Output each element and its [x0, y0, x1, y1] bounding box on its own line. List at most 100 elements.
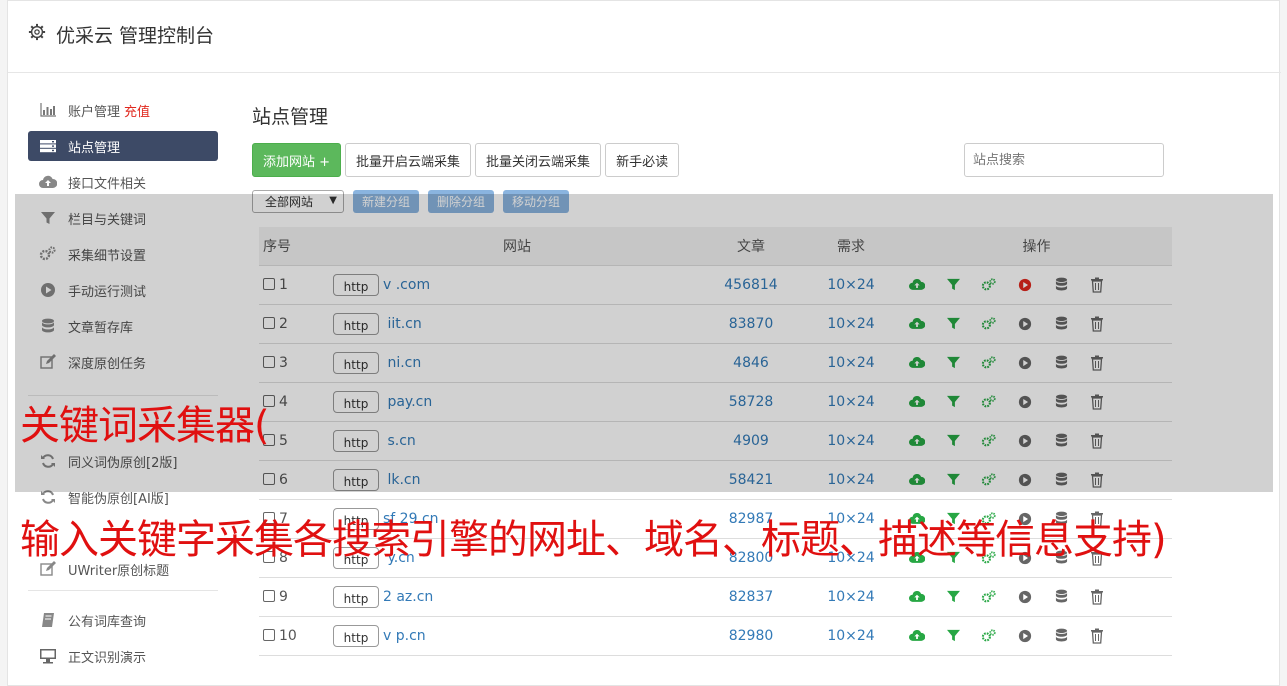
group-select[interactable]: 全部网站 ▼ — [252, 189, 344, 213]
new-group-button[interactable]: 新建分组 — [353, 189, 420, 213]
row-checkbox[interactable] — [263, 277, 275, 290]
row-checkbox[interactable] — [263, 472, 275, 485]
sidebar-item-text-recognition[interactable]: 正文识别演示 — [28, 641, 218, 671]
article-count-link[interactable]: 4909 — [701, 421, 801, 461]
play-icon[interactable] — [1017, 394, 1033, 410]
trash-icon[interactable] — [1089, 316, 1105, 332]
database-icon[interactable] — [1053, 355, 1069, 371]
article-count-link[interactable]: 58728 — [701, 382, 801, 422]
article-count-link[interactable]: 82837 — [701, 577, 801, 617]
cloud-upload-icon[interactable] — [909, 628, 925, 644]
article-count-link[interactable]: 83870 — [701, 304, 801, 344]
sidebar-item-account[interactable]: 账户管理 充值 — [28, 95, 218, 125]
sidebar-item-columns-keywords[interactable]: 栏目与关键词 — [28, 203, 218, 233]
move-group-button[interactable]: 移动分组 — [503, 189, 570, 213]
filter-icon[interactable] — [945, 433, 961, 449]
article-count-link[interactable]: 4846 — [701, 343, 801, 383]
database-icon[interactable] — [1053, 589, 1069, 605]
need-value-link[interactable]: 10×24 — [801, 421, 901, 461]
trash-icon[interactable] — [1089, 277, 1105, 293]
site-domain-link[interactable]: lk.cn — [383, 472, 420, 488]
play-icon[interactable] — [1017, 355, 1033, 371]
database-icon[interactable] — [1053, 472, 1069, 488]
cloud-upload-icon[interactable] — [909, 433, 925, 449]
protocol-badge[interactable]: http — [333, 273, 379, 296]
cloud-upload-icon[interactable] — [909, 355, 925, 371]
protocol-badge[interactable]: http — [333, 624, 379, 647]
article-count-link[interactable]: 82980 — [701, 616, 801, 656]
gears-icon[interactable] — [981, 628, 997, 644]
sidebar-item-public-lexicon[interactable]: 公有词库查询 — [28, 605, 218, 635]
row-checkbox[interactable] — [263, 355, 275, 368]
play-icon[interactable] — [1017, 277, 1033, 293]
database-icon[interactable] — [1053, 277, 1069, 293]
sidebar-item-interface-files[interactable]: 接口文件相关 — [28, 167, 218, 197]
need-value-link[interactable]: 10×24 — [801, 265, 901, 305]
play-icon[interactable] — [1017, 589, 1033, 605]
play-icon[interactable] — [1017, 472, 1033, 488]
filter-icon[interactable] — [945, 472, 961, 488]
site-domain-link[interactable]: s.cn — [383, 433, 415, 449]
gears-icon[interactable] — [981, 277, 997, 293]
trash-icon[interactable] — [1089, 628, 1105, 644]
trash-icon[interactable] — [1089, 433, 1105, 449]
sidebar-item-site-management[interactable]: 站点管理 — [28, 131, 218, 161]
cloud-upload-icon[interactable] — [909, 589, 925, 605]
need-value-link[interactable]: 10×24 — [801, 343, 901, 383]
trash-icon[interactable] — [1089, 394, 1105, 410]
site-domain-link[interactable]: 2 az.cn — [383, 589, 433, 605]
need-value-link[interactable]: 10×24 — [801, 382, 901, 422]
filter-icon[interactable] — [945, 394, 961, 410]
cloud-upload-icon[interactable] — [909, 394, 925, 410]
newbie-guide-button[interactable]: 新手必读 — [605, 143, 680, 177]
trash-icon[interactable] — [1089, 589, 1105, 605]
article-count-link[interactable]: 456814 — [701, 265, 801, 305]
gears-icon[interactable] — [981, 433, 997, 449]
gears-icon[interactable] — [981, 394, 997, 410]
filter-icon[interactable] — [945, 316, 961, 332]
play-icon[interactable] — [1017, 433, 1033, 449]
site-domain-link[interactable]: iit.cn — [383, 316, 421, 332]
cloud-upload-icon[interactable] — [909, 277, 925, 293]
database-icon[interactable] — [1053, 316, 1069, 332]
database-icon[interactable] — [1053, 433, 1069, 449]
site-domain-link[interactable]: ni.cn — [383, 355, 421, 371]
gears-icon[interactable] — [981, 355, 997, 371]
need-value-link[interactable]: 10×24 — [801, 304, 901, 344]
play-icon[interactable] — [1017, 628, 1033, 644]
sidebar-item-deep-original[interactable]: 深度原创任务 — [28, 347, 218, 377]
need-value-link[interactable]: 10×24 — [801, 577, 901, 617]
gears-icon[interactable] — [981, 316, 997, 332]
site-domain-link[interactable]: pay.cn — [383, 394, 432, 410]
row-checkbox[interactable] — [263, 316, 275, 329]
database-icon[interactable] — [1053, 628, 1069, 644]
recharge-link[interactable]: 充值 — [124, 101, 150, 120]
trash-icon[interactable] — [1089, 355, 1105, 371]
protocol-badge[interactable]: http — [333, 468, 379, 491]
row-checkbox[interactable] — [263, 589, 275, 602]
protocol-badge[interactable]: http — [333, 312, 379, 335]
sidebar-item-article-storage[interactable]: 文章暂存库 — [28, 311, 218, 341]
add-site-button[interactable]: 添加网站 + — [252, 143, 342, 177]
need-value-link[interactable]: 10×24 — [801, 616, 901, 656]
row-checkbox[interactable] — [263, 628, 275, 641]
filter-icon[interactable] — [945, 355, 961, 371]
delete-group-button[interactable]: 删除分组 — [428, 189, 495, 213]
sidebar-item-manual-test[interactable]: 手动运行测试 — [28, 275, 218, 305]
article-count-link[interactable]: 58421 — [701, 460, 801, 500]
gears-icon[interactable] — [981, 472, 997, 488]
protocol-badge[interactable]: http — [333, 390, 379, 413]
gears-icon[interactable] — [981, 589, 997, 605]
trash-icon[interactable] — [1089, 472, 1105, 488]
filter-icon[interactable] — [945, 628, 961, 644]
database-icon[interactable] — [1053, 394, 1069, 410]
protocol-badge[interactable]: http — [333, 351, 379, 374]
site-search-input[interactable] — [964, 143, 1164, 177]
site-domain-link[interactable]: v p.cn — [383, 628, 426, 644]
cloud-upload-icon[interactable] — [909, 316, 925, 332]
need-value-link[interactable]: 10×24 — [801, 460, 901, 500]
cloud-upload-icon[interactable] — [909, 472, 925, 488]
filter-icon[interactable] — [945, 589, 961, 605]
batch-close-cloud-button[interactable]: 批量关闭云端采集 — [475, 143, 602, 177]
play-icon[interactable] — [1017, 316, 1033, 332]
